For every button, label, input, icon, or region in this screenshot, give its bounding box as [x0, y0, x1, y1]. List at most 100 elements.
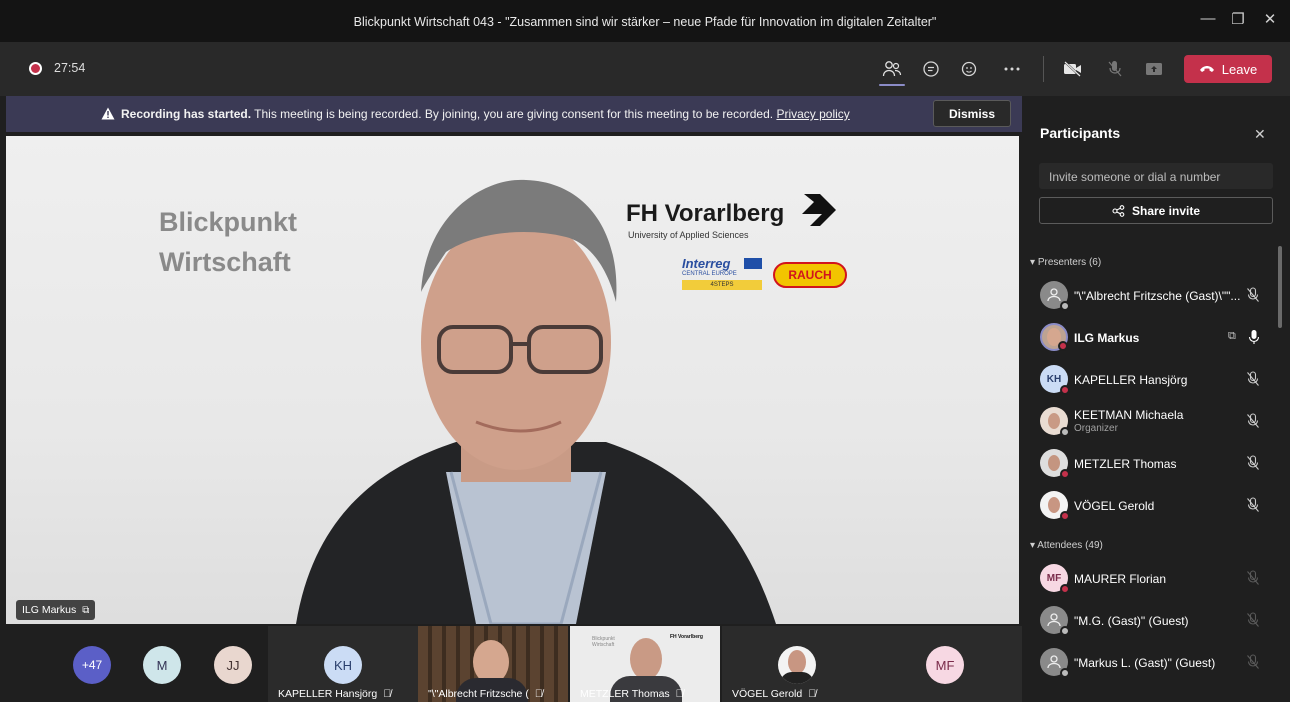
window-title: Blickpunkt Wirtschaft 043 - "Zusammen si… — [353, 15, 937, 29]
participant-row[interactable]: METZLER Thomas — [1040, 446, 1280, 480]
gallery-tile-voegel[interactable]: VÖGEL Gerold 🎙̸ — [722, 626, 872, 702]
hang-up-icon — [1199, 66, 1214, 72]
share-invite-button[interactable]: Share invite — [1039, 197, 1273, 224]
participant-row[interactable]: "M.G. (Gast)" (Guest) — [1040, 603, 1280, 637]
participant-avatar — [1040, 449, 1070, 479]
avatar-jj[interactable]: JJ — [214, 646, 252, 684]
avatar-initials: MF — [1046, 572, 1062, 584]
participant-name: VÖGEL Gerold — [1074, 499, 1155, 513]
meeting-toolbar — [0, 42, 1290, 96]
metzler-tile-label: METZLER Thomas — [580, 688, 670, 700]
participant-avatar — [1040, 606, 1070, 636]
attendees-section-header[interactable]: ▾ Attendees (49) — [1030, 540, 1103, 551]
participant-row[interactable]: VÖGEL Gerold — [1040, 488, 1280, 522]
meeting-timer: 27:54 — [54, 61, 86, 75]
presence-status-icon — [1060, 427, 1070, 437]
participant-avatar: MF — [1040, 564, 1070, 594]
metzler-slide-logo: FH Vorarlberg — [670, 634, 703, 640]
mic-muted-icon: 🎙̸ — [534, 688, 543, 700]
participant-row[interactable]: ILG Markus ⧉ — [1040, 320, 1280, 354]
participant-name: "M.G. (Gast)" (Guest) — [1074, 614, 1189, 628]
participant-row[interactable]: KEETMAN Michaela Organizer — [1040, 404, 1280, 438]
participant-avatar — [1040, 407, 1070, 437]
invite-input[interactable]: Invite someone or dial a number — [1039, 163, 1273, 189]
chat-icon[interactable] — [920, 58, 942, 80]
presenters-section-header[interactable]: ▾ Presenters (6) — [1030, 257, 1101, 268]
participant-row[interactable]: "\"Albrecht Fritzsche (Gast)\""... — [1040, 278, 1280, 312]
share-invite-label: Share invite — [1131, 203, 1201, 218]
mic-on-icon — [1248, 329, 1264, 345]
avatar-m[interactable]: M — [143, 646, 181, 684]
mic-muted-icon: 🎙̸ — [675, 688, 684, 700]
participant-name: "Markus L. (Gast)" (Guest) — [1074, 656, 1216, 670]
active-tab-indicator — [879, 84, 905, 86]
guest-person-icon — [1047, 288, 1061, 302]
voegel-tile-label: VÖGEL Gerold — [732, 688, 803, 700]
camera-off-icon[interactable] — [1062, 58, 1084, 80]
participant-avatar — [1040, 323, 1068, 351]
gallery-tile-kapeller[interactable]: KH KAPELLER Hansjörg 🎙̸ — [268, 626, 418, 702]
gallery-tile-maurer[interactable]: MF — [872, 626, 1022, 702]
microphone-disabled-icon[interactable] — [1104, 58, 1126, 80]
main-video-stage: Blickpunkt Wirtschaft FH Vorarlberg Univ… — [6, 136, 1019, 624]
mic-disabled-icon — [1246, 654, 1262, 670]
mic-muted-icon — [1246, 497, 1262, 513]
warning-icon — [101, 107, 115, 120]
leave-button[interactable]: Leave — [1184, 55, 1272, 83]
more-options-icon[interactable] — [1001, 58, 1023, 80]
participant-row[interactable]: MF MAURER Florian — [1040, 561, 1280, 595]
presence-status-icon — [1060, 469, 1070, 479]
reactions-icon[interactable] — [959, 58, 981, 80]
participants-panel: Participants ✕ Invite someone or dial a … — [1022, 96, 1290, 702]
participant-avatar — [1040, 648, 1070, 678]
mic-disabled-icon — [1246, 570, 1262, 586]
gallery-tile-fritzsche[interactable]: "\"Albrecht Fritzsche (🎙̸ — [418, 626, 568, 702]
presence-status-icon — [1060, 668, 1070, 678]
participant-avatar — [1040, 491, 1070, 521]
avatar-photo — [1048, 497, 1060, 513]
avatar-photo — [1048, 413, 1060, 429]
presenters-header-text: Presenters (6) — [1037, 257, 1102, 268]
gallery-tile-metzler[interactable]: Blickpunkt Wirtschaft FH Vorarlberg METZ… — [570, 626, 720, 702]
participant-avatar — [1040, 281, 1070, 311]
panel-scrollbar[interactable] — [1278, 246, 1282, 328]
close-panel-icon[interactable]: ✕ — [1254, 126, 1266, 143]
presence-status-icon — [1060, 511, 1070, 521]
recording-indicator-icon — [29, 62, 42, 75]
maximize-button[interactable]: ❐ — [1226, 10, 1250, 28]
metzler-face — [630, 638, 662, 680]
participant-avatar: KH — [1040, 365, 1070, 395]
mic-muted-icon — [1246, 287, 1262, 303]
close-window-button[interactable]: ✕ — [1258, 10, 1282, 28]
mic-muted-icon: 🎙̸ — [383, 688, 392, 700]
presence-status-icon — [1060, 301, 1070, 311]
participant-name: KAPELLER Hansjörg — [1074, 373, 1188, 387]
participant-name: ILG Markus — [1074, 331, 1140, 345]
rauch-logo: RAUCH — [773, 262, 847, 288]
recording-consent-text: This meeting is being recorded. By joini… — [251, 107, 777, 121]
privacy-policy-link[interactable]: Privacy policy — [776, 107, 849, 121]
participant-row[interactable]: KH KAPELLER Hansjörg — [1040, 362, 1280, 396]
dismiss-button[interactable]: Dismiss — [933, 100, 1011, 127]
guest-person-icon — [1047, 655, 1061, 669]
avatar-initials: KH — [1046, 373, 1062, 385]
share-screen-icon[interactable] — [1143, 58, 1165, 80]
participant-name: MAURER Florian — [1074, 572, 1167, 586]
collapse-chevron-icon: ▾ — [1030, 257, 1038, 268]
guest-person-icon — [1047, 613, 1061, 627]
participants-icon[interactable] — [881, 58, 903, 80]
screen-share-icon: ⧉ — [82, 604, 90, 616]
voegel-avatar — [778, 646, 816, 684]
mic-disabled-icon — [1246, 612, 1262, 628]
screen-share-icon: ⧉ — [1228, 330, 1236, 342]
participant-name: KEETMAN Michaela — [1074, 408, 1184, 422]
more-participants-badge[interactable]: +47 — [73, 646, 111, 684]
participant-role: Organizer — [1074, 423, 1118, 434]
kapeller-tile-label: KAPELLER Hansjörg — [278, 688, 378, 700]
participant-row[interactable]: "Markus L. (Gast)" (Guest) — [1040, 645, 1280, 679]
participant-name: "\"Albrecht Fritzsche (Gast)\""... — [1074, 289, 1241, 303]
minimize-button[interactable]: — — [1196, 10, 1220, 27]
share-icon — [1112, 204, 1125, 217]
attendees-header-text: Attendees (49) — [1037, 540, 1103, 551]
presence-status-icon — [1060, 626, 1070, 636]
